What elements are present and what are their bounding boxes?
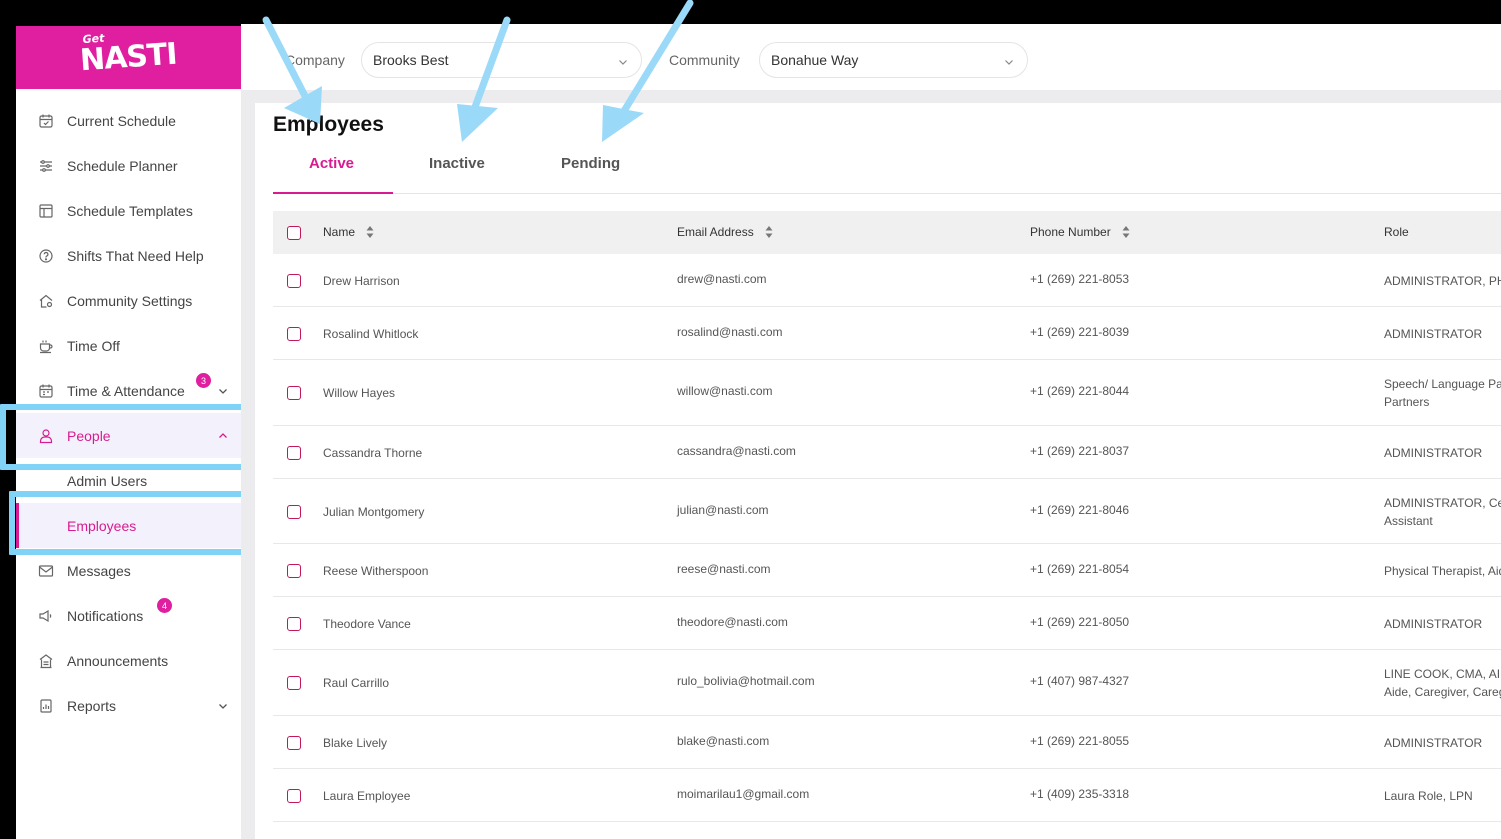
arrow-head-pending bbox=[602, 105, 644, 142]
arrow-to-pending bbox=[617, 0, 694, 120]
annotation-arrows bbox=[262, 0, 694, 142]
arrow-head-inactive bbox=[457, 104, 498, 142]
arrow-to-inactive bbox=[467, 16, 511, 122]
arrow-to-active bbox=[262, 16, 309, 100]
app-window: Get NASTI Current Schedule Schedule Plan… bbox=[0, 0, 1501, 839]
